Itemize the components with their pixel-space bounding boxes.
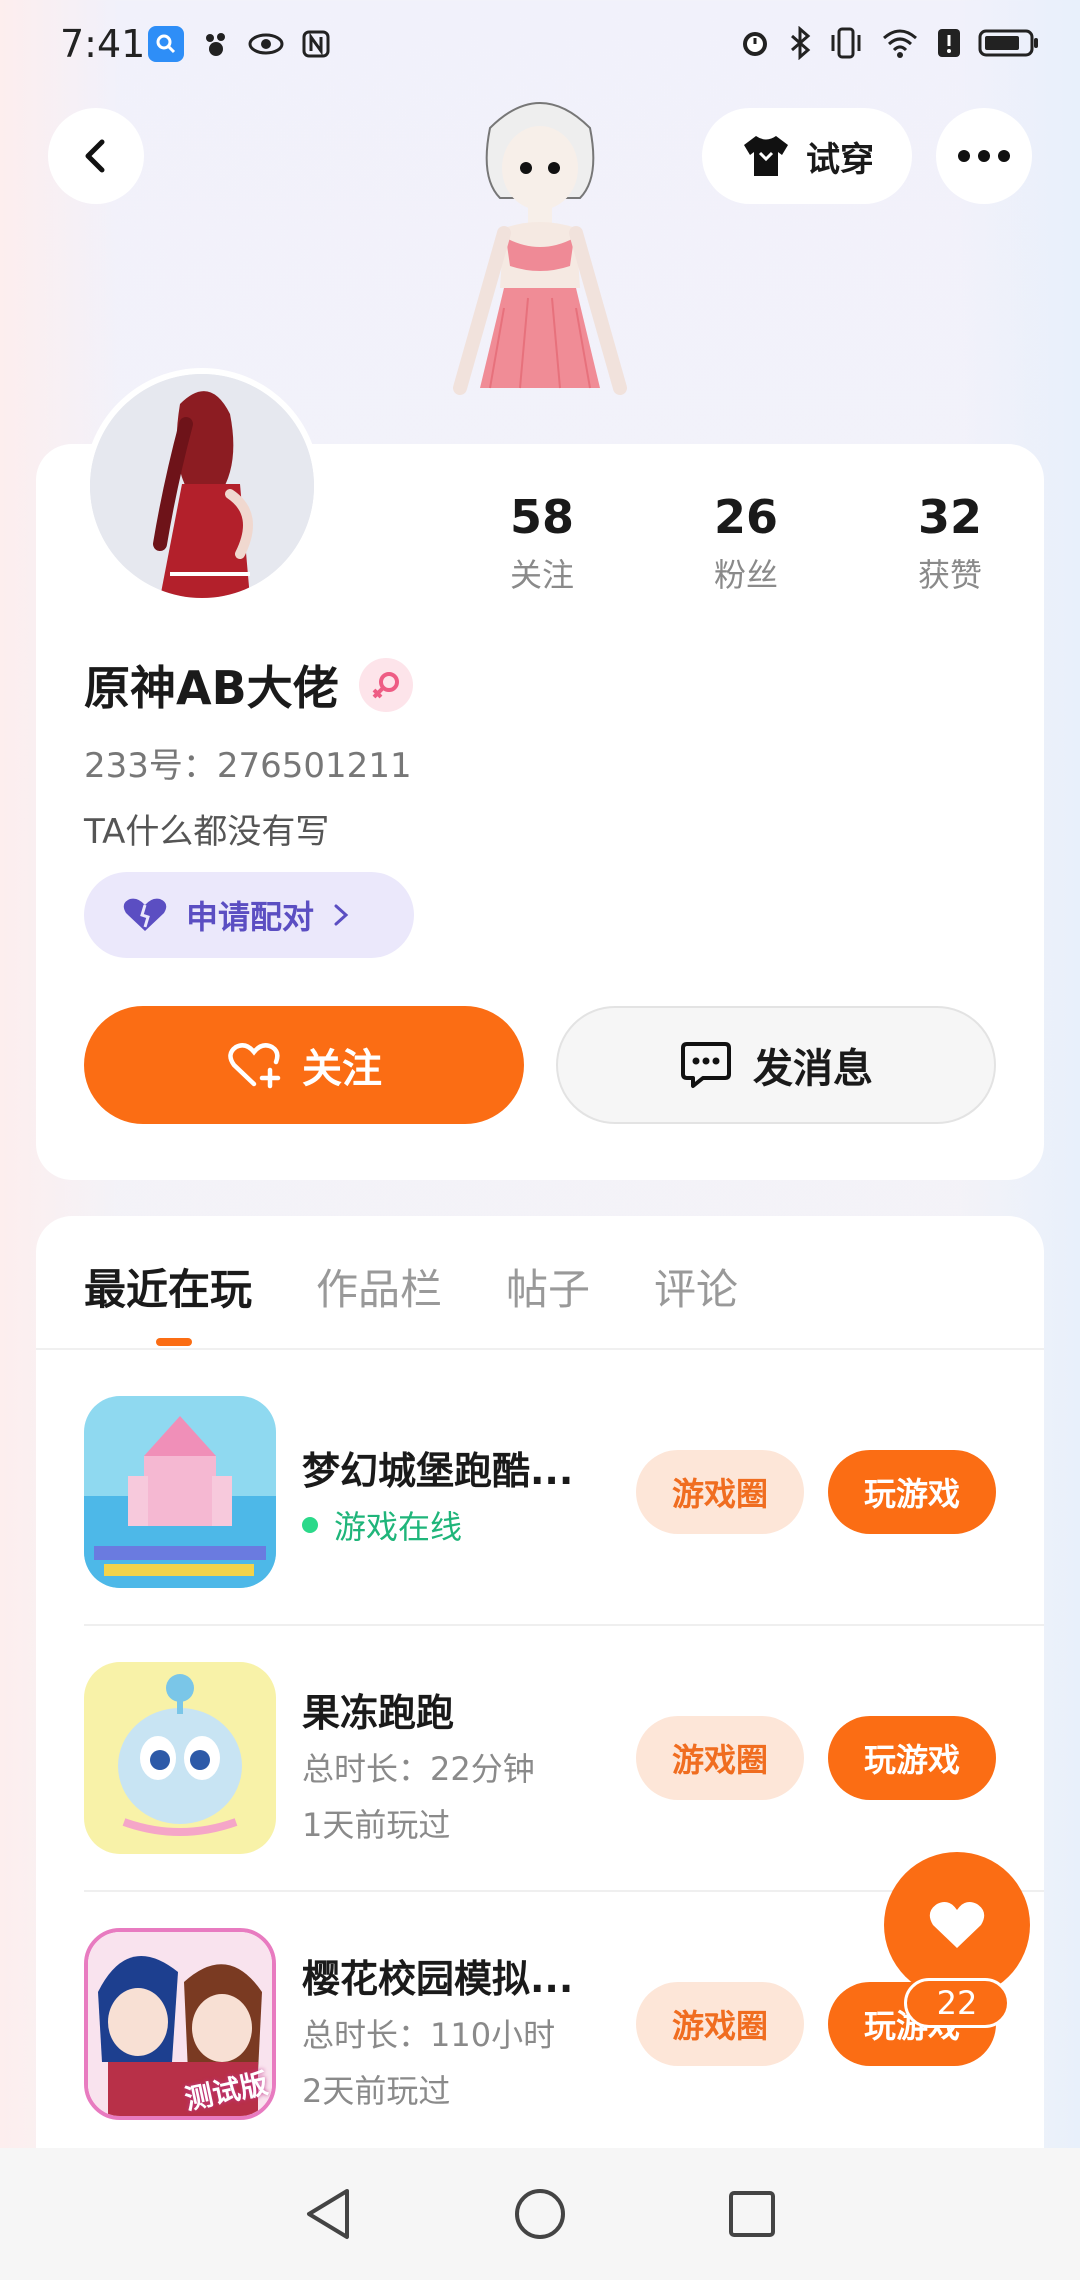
try-on-button[interactable]: 试穿 (702, 108, 912, 204)
status-time: 7:41 (60, 22, 146, 66)
game-total-time: 总时长：22分钟 (302, 1750, 535, 1788)
battery-icon (978, 29, 1038, 57)
username-row: 原神AB大佬 (84, 652, 413, 718)
follow-button[interactable]: 关注 (84, 1006, 524, 1124)
status-left-icons (148, 26, 334, 62)
tab-comments[interactable]: 评论 (654, 1256, 738, 1317)
chevron-right-icon (334, 904, 349, 926)
alarm-icon (743, 32, 767, 56)
stats-row: 58 关注 26 粉丝 32 获赞 (440, 490, 1052, 596)
tab-active-indicator (156, 1338, 192, 1346)
user-id: 233号：276501211 (84, 746, 412, 786)
user-bio: TA什么都没有写 (84, 812, 330, 852)
like-count-badge: 22 (904, 1978, 1010, 2028)
wifi-icon (883, 29, 917, 58)
bluetooth-icon (791, 26, 811, 60)
stat-label: 获赞 (917, 556, 982, 594)
message-label: 发消息 (753, 1046, 873, 1092)
game-icon-sakura: 测试版 (84, 1928, 276, 2120)
heart-icon (929, 1902, 985, 1948)
vibrate-icon (831, 27, 861, 59)
gender-female-icon (358, 658, 413, 712)
stat-value: 26 (713, 490, 778, 544)
chat-bubble-icon (681, 1042, 731, 1088)
tab-posts[interactable]: 帖子 (506, 1256, 590, 1317)
stat-value: 32 (917, 490, 982, 544)
tabs-divider (36, 1348, 1044, 1350)
status-right-icons (738, 26, 1040, 60)
nav-recents-icon[interactable] (727, 2189, 777, 2239)
game-status: 游戏在线 (302, 1502, 462, 1548)
chevron-left-icon (85, 139, 105, 173)
game-circle-button[interactable]: 游戏圈 (636, 1450, 804, 1534)
online-label: 游戏在线 (334, 1508, 463, 1546)
search-app-icon (148, 26, 184, 62)
tshirt-icon (744, 136, 788, 176)
play-game-button[interactable]: 玩游戏 (828, 1450, 996, 1534)
tab-recent-play[interactable]: 最近在玩 (84, 1256, 252, 1317)
stat-value: 58 (509, 490, 574, 544)
more-dots-icon (958, 150, 1010, 162)
row-divider (84, 1624, 1044, 1626)
stat-following[interactable]: 58 关注 (440, 490, 644, 596)
game-circle-button[interactable]: 游戏圈 (636, 1982, 804, 2066)
request-pair-button[interactable]: 申请配对 (84, 872, 414, 958)
username: 原神AB大佬 (84, 661, 339, 715)
game-circle-button[interactable]: 游戏圈 (636, 1716, 804, 1800)
stat-likes[interactable]: 32 获赞 (848, 490, 1052, 596)
back-button[interactable] (48, 108, 144, 204)
nav-home-icon[interactable] (513, 2187, 567, 2241)
game-title: 果冻跑跑 (302, 1691, 455, 1735)
list-item[interactable]: 果冻跑跑 总时长：22分钟 1天前玩过 游戏圈 玩游戏 (84, 1662, 1044, 1862)
play-game-button[interactable]: 玩游戏 (828, 1716, 996, 1800)
paw-icon (198, 26, 234, 62)
game-total-time: 总时长：110小时 (302, 2016, 556, 2054)
game-title: 梦幻城堡跑酷... (302, 1449, 574, 1493)
status-bar: 7:41 (0, 0, 1080, 90)
tab-works[interactable]: 作品栏 (316, 1256, 442, 1317)
stat-followers[interactable]: 26 粉丝 (644, 490, 848, 596)
game-icon-castle (84, 1396, 276, 1588)
eye-icon (248, 26, 284, 62)
system-nav-bar (0, 2148, 1080, 2280)
stat-label: 粉丝 (713, 556, 778, 594)
heart-plus-icon (228, 1043, 281, 1089)
game-icon-jelly (84, 1662, 276, 1854)
avatar-3d-figure (453, 102, 627, 395)
alert-icon (938, 29, 960, 57)
stat-label: 关注 (509, 556, 574, 594)
nav-back-icon[interactable] (303, 2187, 353, 2241)
more-button[interactable] (936, 108, 1032, 204)
game-title: 樱花校园模拟... (302, 1957, 574, 2001)
pair-label: 申请配对 (186, 898, 315, 936)
game-last-played: 1天前玩过 (302, 1806, 451, 1844)
send-message-button[interactable]: 发消息 (556, 1006, 996, 1124)
follow-label: 关注 (302, 1046, 382, 1092)
nfc-icon (298, 26, 334, 62)
avatar[interactable] (84, 368, 320, 604)
like-fab-button[interactable] (884, 1852, 1030, 1998)
game-last-played: 2天前玩过 (302, 2072, 451, 2110)
try-on-label: 试穿 (806, 139, 874, 180)
online-dot-icon (302, 1517, 318, 1533)
avatar-portrait (90, 374, 314, 598)
heart-pair-icon (123, 898, 167, 931)
profile-tabs: 最近在玩 作品栏 帖子 评论 (84, 1256, 738, 1317)
list-item[interactable]: 梦幻城堡跑酷... 游戏在线 游戏圈 玩游戏 (84, 1396, 1044, 1596)
